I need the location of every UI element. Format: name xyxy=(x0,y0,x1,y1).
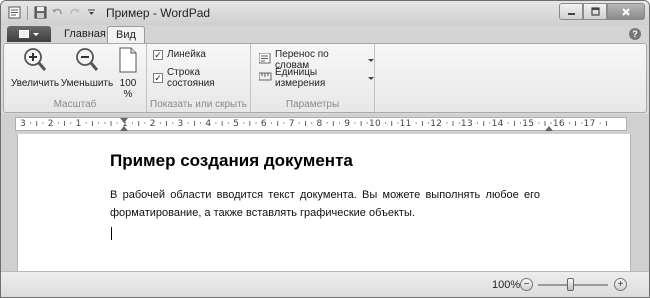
ribbon-panel: Увеличить Уменьшить 100 % Масштаб ✓ Лине… xyxy=(3,43,647,113)
checkmark-icon: ✓ xyxy=(153,49,163,60)
document-heading: Пример создания документа xyxy=(110,151,353,170)
minimize-button[interactable] xyxy=(559,3,583,20)
ruler-checkbox-label: Линейка xyxy=(167,49,206,60)
ruler-scale[interactable]: 3 · ı · 2 · ı · 1 · ı · · ı · 1 · ı · 2 … xyxy=(15,117,627,131)
document-area: Пример создания документа В рабочей обла… xyxy=(1,134,649,271)
zoom-group: Увеличить Уменьшить 100 % Масштаб xyxy=(4,44,147,112)
ruler-ticks: 3 · ı · 2 · ı · 1 · ı · · ı · 1 · ı · 2 … xyxy=(20,119,608,129)
left-indent-marker[interactable] xyxy=(120,126,128,131)
status-bar: 100% − + xyxy=(1,271,649,297)
zoom-in-small-button[interactable]: + xyxy=(614,278,627,291)
qat-separator xyxy=(27,5,28,20)
chevron-down-icon xyxy=(368,58,374,62)
tab-view[interactable]: Вид xyxy=(107,26,145,43)
zoom-slider-thumb[interactable] xyxy=(567,278,574,291)
ruler: 3 · ı · 2 · ı · 1 · ı · · ı · 1 · ı · 2 … xyxy=(1,114,649,134)
chevron-down-icon xyxy=(368,76,374,80)
zoom-100-button[interactable]: 100 % xyxy=(114,47,142,100)
document-icon xyxy=(19,30,29,38)
zoom-group-label: Масштаб xyxy=(53,99,97,110)
ruler-checkbox[interactable]: ✓ Линейка xyxy=(153,49,206,60)
ruler-units-icon xyxy=(258,71,272,85)
params-group: Перенос по словам Единицы измерения Пара… xyxy=(251,44,375,112)
show-hide-group: ✓ Линейка ✓ Строка состояния Показать ил… xyxy=(147,44,251,112)
zoom-in-label: Увеличить xyxy=(10,78,60,89)
right-indent-marker[interactable] xyxy=(545,126,553,131)
window-title: Пример - WordPad xyxy=(106,6,211,20)
zoom-out-button[interactable]: Уменьшить xyxy=(58,47,116,89)
save-icon[interactable] xyxy=(33,5,48,20)
document-body: В рабочей области вводится текст докумен… xyxy=(110,189,540,219)
wordpad-window: Пример - WordPad Главная Вид ? Увеличить… xyxy=(0,0,650,298)
zoom-in-button[interactable]: Увеличить xyxy=(10,47,60,89)
redo-icon[interactable] xyxy=(67,5,82,20)
zoom-percentage: 100% xyxy=(492,279,521,291)
quick-access-toolbar xyxy=(7,5,99,20)
zoom-100-label: 100 xyxy=(119,78,137,89)
text-caret xyxy=(111,227,112,240)
show-hide-group-label: Показать или скрыть xyxy=(150,99,247,110)
zoom-in-icon xyxy=(10,47,60,76)
params-group-label: Параметры xyxy=(285,99,340,110)
app-menu-button[interactable] xyxy=(7,26,51,42)
wordpad-app-icon[interactable] xyxy=(7,5,22,20)
units-label: Единицы измерения xyxy=(275,67,326,89)
customize-qat-icon[interactable] xyxy=(84,5,99,20)
document-page[interactable]: Пример создания документа В рабочей обла… xyxy=(17,134,631,271)
statusbar-checkbox[interactable]: ✓ Строка состояния xyxy=(153,67,250,89)
title-bar: Пример - WordPad xyxy=(1,1,649,25)
ribbon-tabs: Главная Вид ? xyxy=(1,25,649,43)
zoom-out-small-button[interactable]: − xyxy=(520,278,533,291)
zoom-out-label: Уменьшить xyxy=(60,78,114,89)
checkmark-icon: ✓ xyxy=(153,73,163,83)
page-icon xyxy=(114,47,142,76)
units-dropdown[interactable]: Единицы измерения xyxy=(258,67,374,89)
undo-icon[interactable] xyxy=(50,5,65,20)
maximize-button[interactable] xyxy=(583,3,607,20)
window-controls xyxy=(559,3,645,20)
tab-home[interactable]: Главная xyxy=(56,26,114,43)
zoom-out-icon xyxy=(58,47,116,76)
statusbar-checkbox-label: Строка состояния xyxy=(166,67,215,89)
close-button[interactable] xyxy=(607,3,645,20)
word-wrap-icon xyxy=(258,52,272,67)
help-icon[interactable]: ? xyxy=(629,28,641,40)
first-line-indent-marker[interactable] xyxy=(120,118,128,123)
chevron-down-icon xyxy=(33,32,39,36)
